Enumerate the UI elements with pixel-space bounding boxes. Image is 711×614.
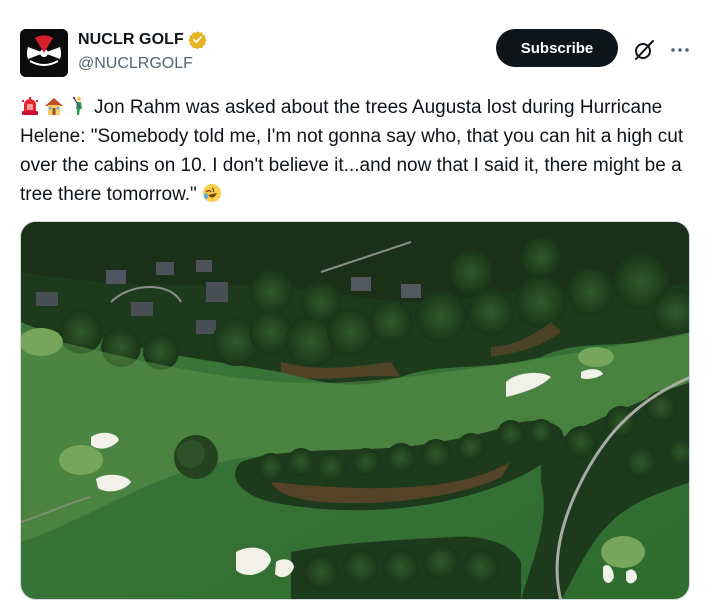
name-row: NUCLR GOLF: [78, 30, 207, 49]
tweet-media-photo[interactable]: [20, 221, 690, 600]
house-emoji: [45, 98, 63, 115]
rolling-on-floor-laughing-emoji: [203, 184, 222, 202]
grok-icon[interactable]: [632, 38, 656, 62]
rotating-light-emoji: [22, 97, 38, 115]
nuclear-logo-icon: [20, 29, 68, 77]
tweet-header: NUCLR GOLF @NUCLRGOLF Subscribe: [0, 0, 711, 90]
leading-emojis: [20, 96, 88, 116]
golfer-emoji: [72, 96, 82, 115]
aerial-golf-course-image: [21, 222, 689, 599]
account-handle[interactable]: @NUCLRGOLF: [78, 55, 193, 73]
tweet-text: Jon Rahm was asked about the trees Augus…: [20, 93, 692, 209]
more-horizontal-icon[interactable]: [668, 38, 692, 62]
subscribe-button[interactable]: Subscribe: [496, 29, 618, 67]
account-avatar[interactable]: [20, 29, 68, 77]
verified-badge-icon: [188, 31, 207, 49]
tweet-body: Jon Rahm was asked about the trees Augus…: [20, 97, 689, 205]
display-name[interactable]: NUCLR GOLF: [78, 31, 184, 49]
